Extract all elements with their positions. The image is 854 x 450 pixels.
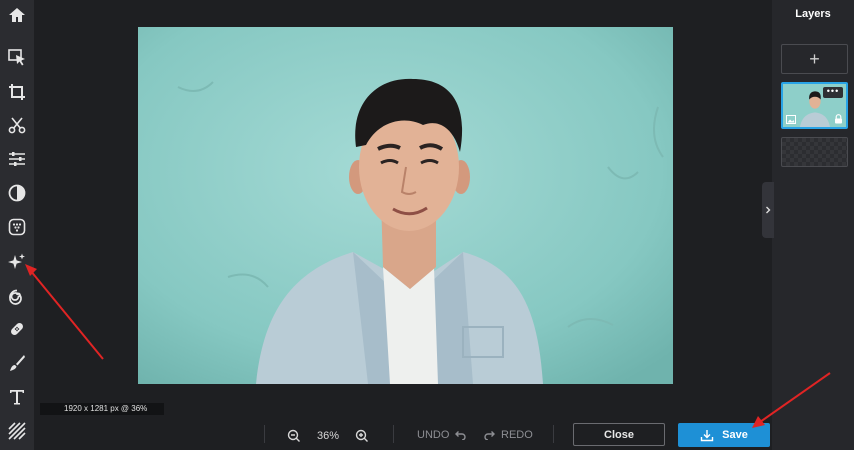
undo-icon	[455, 431, 467, 440]
layer-item-transparent[interactable]	[781, 137, 848, 167]
zoom-in-icon	[355, 429, 368, 442]
canvas-area	[34, 0, 772, 415]
adjust-icon[interactable]	[4, 146, 30, 172]
undo-button[interactable]: UNDO	[417, 429, 467, 441]
zoom-in-button[interactable]	[355, 429, 369, 443]
zoom-out-button[interactable]	[287, 429, 301, 443]
left-toolbar	[0, 0, 34, 450]
redo-icon	[484, 431, 495, 440]
portrait-image	[138, 27, 673, 384]
image-layer-icon	[786, 115, 796, 124]
add-layer-button[interactable]: +	[781, 44, 848, 74]
effects-icon[interactable]	[4, 214, 30, 240]
sparkle-icon[interactable]	[4, 249, 30, 275]
layer-more-options-button[interactable]: •••	[823, 87, 843, 98]
close-button[interactable]: Close	[573, 423, 665, 446]
select-icon[interactable]	[4, 45, 30, 71]
redo-button[interactable]: REDO	[483, 429, 533, 441]
divider	[393, 425, 394, 443]
divider	[553, 425, 554, 443]
liquify-icon[interactable]	[4, 282, 30, 308]
layer-item-photo[interactable]: •••	[781, 82, 848, 129]
save-button[interactable]: Save	[678, 423, 770, 447]
image-dimensions-label: 1920 x 1281 px @ 36%	[40, 403, 164, 415]
paint-icon[interactable]	[4, 350, 30, 376]
text-icon[interactable]	[4, 384, 30, 410]
collapse-panel-button[interactable]	[762, 182, 774, 238]
cutout-icon[interactable]	[4, 112, 30, 138]
layers-panel-title: Layers	[795, 8, 831, 20]
lock-icon[interactable]	[834, 114, 843, 124]
redo-label: REDO	[501, 429, 533, 441]
chevron-right-icon	[766, 206, 771, 214]
download-icon	[700, 429, 714, 441]
save-label: Save	[722, 429, 748, 441]
divider	[264, 425, 265, 443]
crop-icon[interactable]	[4, 79, 30, 105]
pattern-icon[interactable]	[4, 418, 30, 444]
photo-editor-app: 1920 x 1281 px @ 36% Layers + ••• 36% UN…	[0, 0, 854, 450]
photo-canvas[interactable]	[138, 27, 673, 384]
undo-label: UNDO	[417, 429, 450, 441]
retouch-icon[interactable]	[4, 316, 30, 342]
home-icon[interactable]	[4, 2, 30, 28]
filter-icon[interactable]	[4, 180, 30, 206]
layers-panel: Layers + •••	[772, 0, 854, 450]
zoom-level: 36%	[317, 430, 340, 442]
zoom-out-icon	[287, 429, 300, 442]
